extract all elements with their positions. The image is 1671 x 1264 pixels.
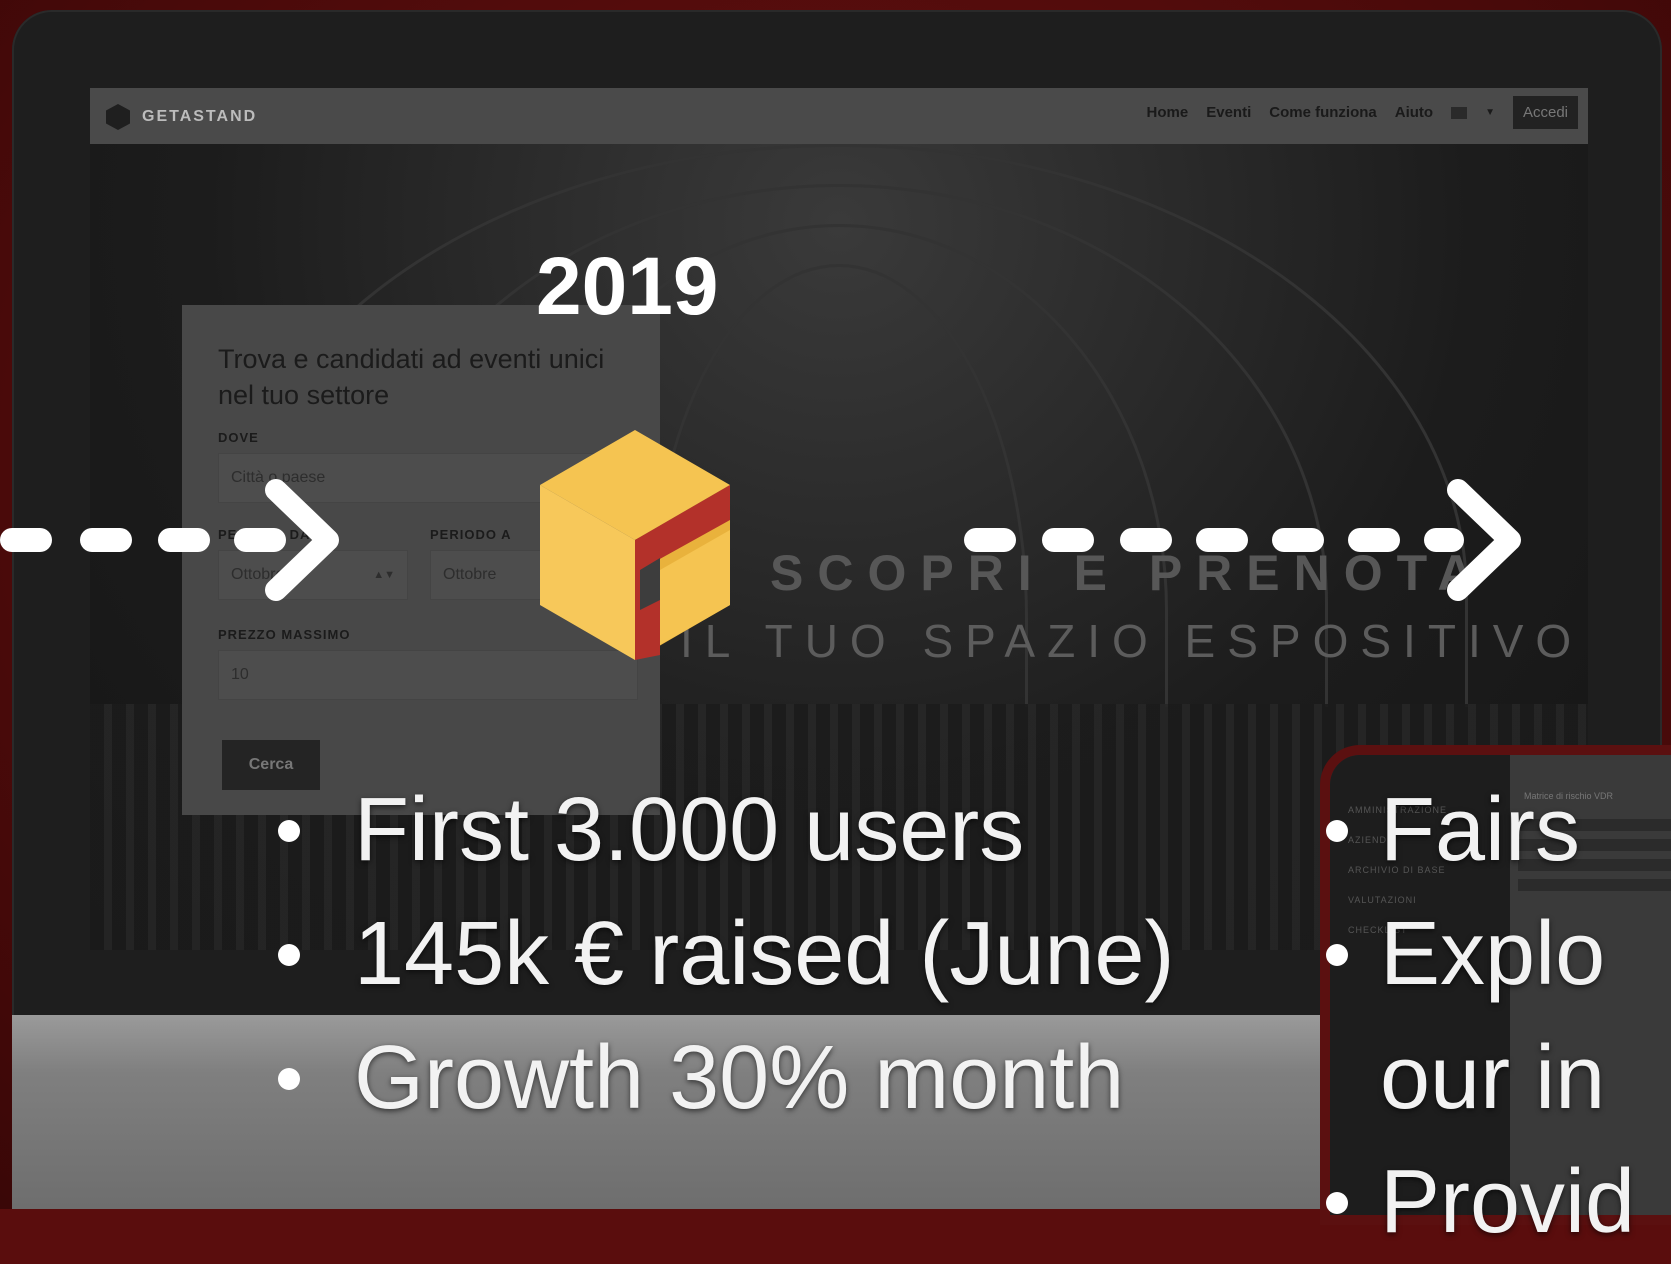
arrow-dash <box>80 528 132 552</box>
site-navbar: GETASTAND Home Eventi Come funziona Aiut… <box>90 88 1588 144</box>
brand[interactable]: GETASTAND <box>106 104 257 130</box>
period-to-label: PERIODO A <box>430 527 512 542</box>
italy-flag-icon[interactable] <box>1451 106 1468 119</box>
arrow-dash <box>1272 528 1324 552</box>
list-item: Explo <box>1325 892 1635 1016</box>
list-item: Fairs <box>1325 768 1635 892</box>
next-milestones-list: Fairs Explo our in Provid <box>1325 768 1635 1264</box>
brand-name: GETASTAND <box>142 108 258 125</box>
getastand-logo-icon <box>106 104 130 130</box>
search-card-title: Trova e candidati ad eventi unici nel tu… <box>218 344 605 410</box>
arrow-dash <box>964 528 1016 552</box>
max-price-label: PREZZO MASSIMO <box>218 627 351 642</box>
list-item: Growth 30% month <box>270 1016 1174 1140</box>
chevron-down-icon[interactable]: ▼ <box>1485 107 1495 118</box>
nav-come-funziona[interactable]: Come funziona <box>1269 104 1377 121</box>
arrow-dash <box>158 528 210 552</box>
login-button[interactable]: Accedi <box>1512 96 1578 129</box>
arrow-dash <box>0 528 52 552</box>
nav-eventi[interactable]: Eventi <box>1206 104 1251 121</box>
arrow-dash <box>1120 528 1172 552</box>
arrow-dash <box>1042 528 1094 552</box>
arrow-dash <box>1196 528 1248 552</box>
where-label: DOVE <box>218 430 259 445</box>
arrow-dash <box>1348 528 1400 552</box>
nav-home[interactable]: Home <box>1147 104 1189 121</box>
hero-title: SCOPRI E PRENOTA <box>770 545 1488 601</box>
list-item: our in <box>1380 1028 1606 1128</box>
arrow-right-icon <box>265 479 339 601</box>
select-arrows-icon: ▲▼ <box>373 569 395 581</box>
list-item: 145k € raised (June) <box>270 892 1174 1016</box>
list-item: First 3.000 users <box>270 768 1174 892</box>
milestones-list: First 3.000 users 145k € raised (June) G… <box>270 768 1174 1140</box>
list-item: Provid <box>1325 1140 1635 1264</box>
hero-subtitle: IL TUO SPAZIO ESPOSITIVO <box>680 615 1584 667</box>
period-to-value: Ottobre <box>443 566 497 583</box>
nav-aiuto[interactable]: Aiuto <box>1395 104 1433 121</box>
year-label: 2019 <box>536 241 719 332</box>
nav-menu: Home Eventi Come funziona Aiuto ▼ Accedi <box>1147 96 1578 129</box>
getastand-cube-logo-icon <box>540 430 730 660</box>
arrow-right-icon <box>1447 479 1521 601</box>
